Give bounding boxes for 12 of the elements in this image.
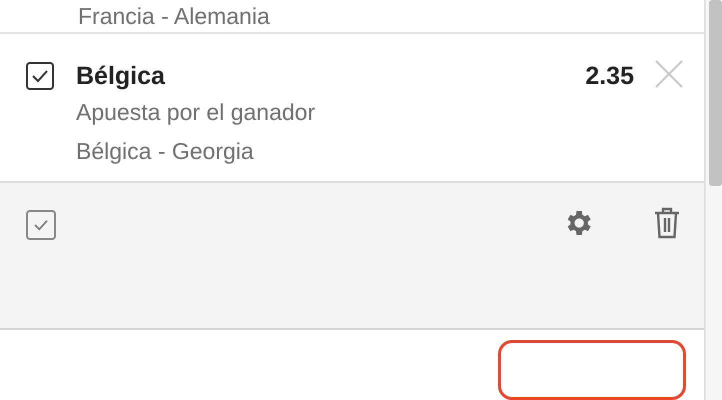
trash-icon[interactable] (654, 207, 680, 239)
selection-checkbox[interactable] (26, 62, 54, 90)
selection-title: Bélgica (76, 62, 165, 90)
match-name: Francia - Alemania (78, 2, 270, 30)
check-icon (31, 69, 49, 83)
check-icon (33, 219, 49, 231)
market-name: Apuesta por el ganador (76, 98, 316, 127)
scrollbar-thumb[interactable] (709, 0, 722, 186)
select-all-checkbox[interactable] (26, 210, 56, 240)
match-name: Bélgica - Georgia (76, 137, 255, 166)
stake-input-field[interactable] (498, 340, 686, 400)
odds-value: 2.35 (585, 62, 634, 90)
